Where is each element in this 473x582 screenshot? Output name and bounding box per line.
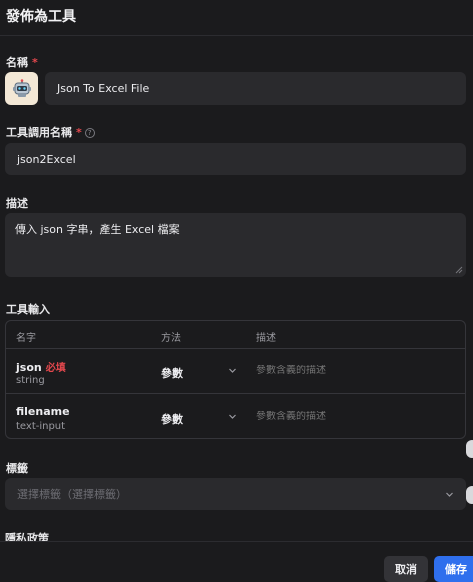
- tags-placeholder: 選擇標籤（選擇標籤）: [17, 488, 127, 501]
- param-type: text-input: [16, 421, 66, 432]
- column-header-name: 名字: [16, 333, 36, 344]
- required-mark: *: [76, 126, 82, 139]
- scroll-knob[interactable]: [466, 440, 473, 458]
- privacy-policy-label: 隱私政策: [5, 532, 49, 541]
- dialog-title: 發佈為工具: [6, 9, 76, 25]
- dialog-footer: 取消 儲存: [0, 541, 473, 582]
- tool-call-name-label: 工具調用名稱 *?: [6, 124, 95, 140]
- table-row: json 必填 string 參數: [6, 349, 465, 394]
- scroll-knob[interactable]: [466, 486, 473, 504]
- tool-input-table: 名字 方法 描述 json必填 string 參數 filename text-…: [5, 320, 466, 439]
- chevron-down-icon: [446, 492, 453, 497]
- table-row: filename text-input 參數: [6, 395, 465, 438]
- chevron-down-icon[interactable]: [228, 412, 237, 421]
- chevron-down-icon[interactable]: [228, 366, 237, 375]
- tool-name-input[interactable]: Json To Excel File: [45, 72, 466, 105]
- description-label: 描述: [6, 197, 28, 210]
- param-description-input[interactable]: [256, 365, 456, 376]
- column-header-method: 方法: [161, 333, 181, 344]
- method-select[interactable]: 參數: [161, 411, 183, 427]
- help-icon[interactable]: ?: [84, 128, 95, 138]
- param-type: string: [16, 375, 45, 386]
- tags-select[interactable]: 選擇標籤（選擇標籤）: [5, 478, 466, 510]
- tool-call-name-input[interactable]: json2Excel: [5, 143, 466, 175]
- method-select[interactable]: 參數: [161, 365, 183, 381]
- save-button[interactable]: 儲存: [434, 556, 473, 582]
- param-name: filename: [16, 405, 70, 418]
- param-description-input[interactable]: [256, 411, 456, 422]
- param-name: json 必填: [16, 361, 66, 374]
- robot-icon: [12, 78, 31, 97]
- tool-input-label: 工具輸入: [6, 303, 50, 316]
- tool-avatar[interactable]: [5, 72, 38, 105]
- description-text: 傳入 json 字串，產生 Excel 檔案: [15, 223, 180, 236]
- cancel-button[interactable]: 取消: [384, 556, 428, 582]
- dialog-header: 發佈為工具: [0, 0, 473, 36]
- description-textarea[interactable]: 傳入 json 字串，產生 Excel 檔案: [5, 213, 466, 277]
- required-badge: 必填: [45, 363, 66, 374]
- tags-label: 標籤: [6, 462, 28, 475]
- resize-handle-icon[interactable]: [455, 266, 463, 274]
- required-mark: *: [32, 56, 38, 69]
- name-label: 名稱 *: [6, 56, 38, 69]
- column-header-description: 描述: [256, 333, 276, 344]
- table-header: 名字 方法 描述: [6, 321, 465, 349]
